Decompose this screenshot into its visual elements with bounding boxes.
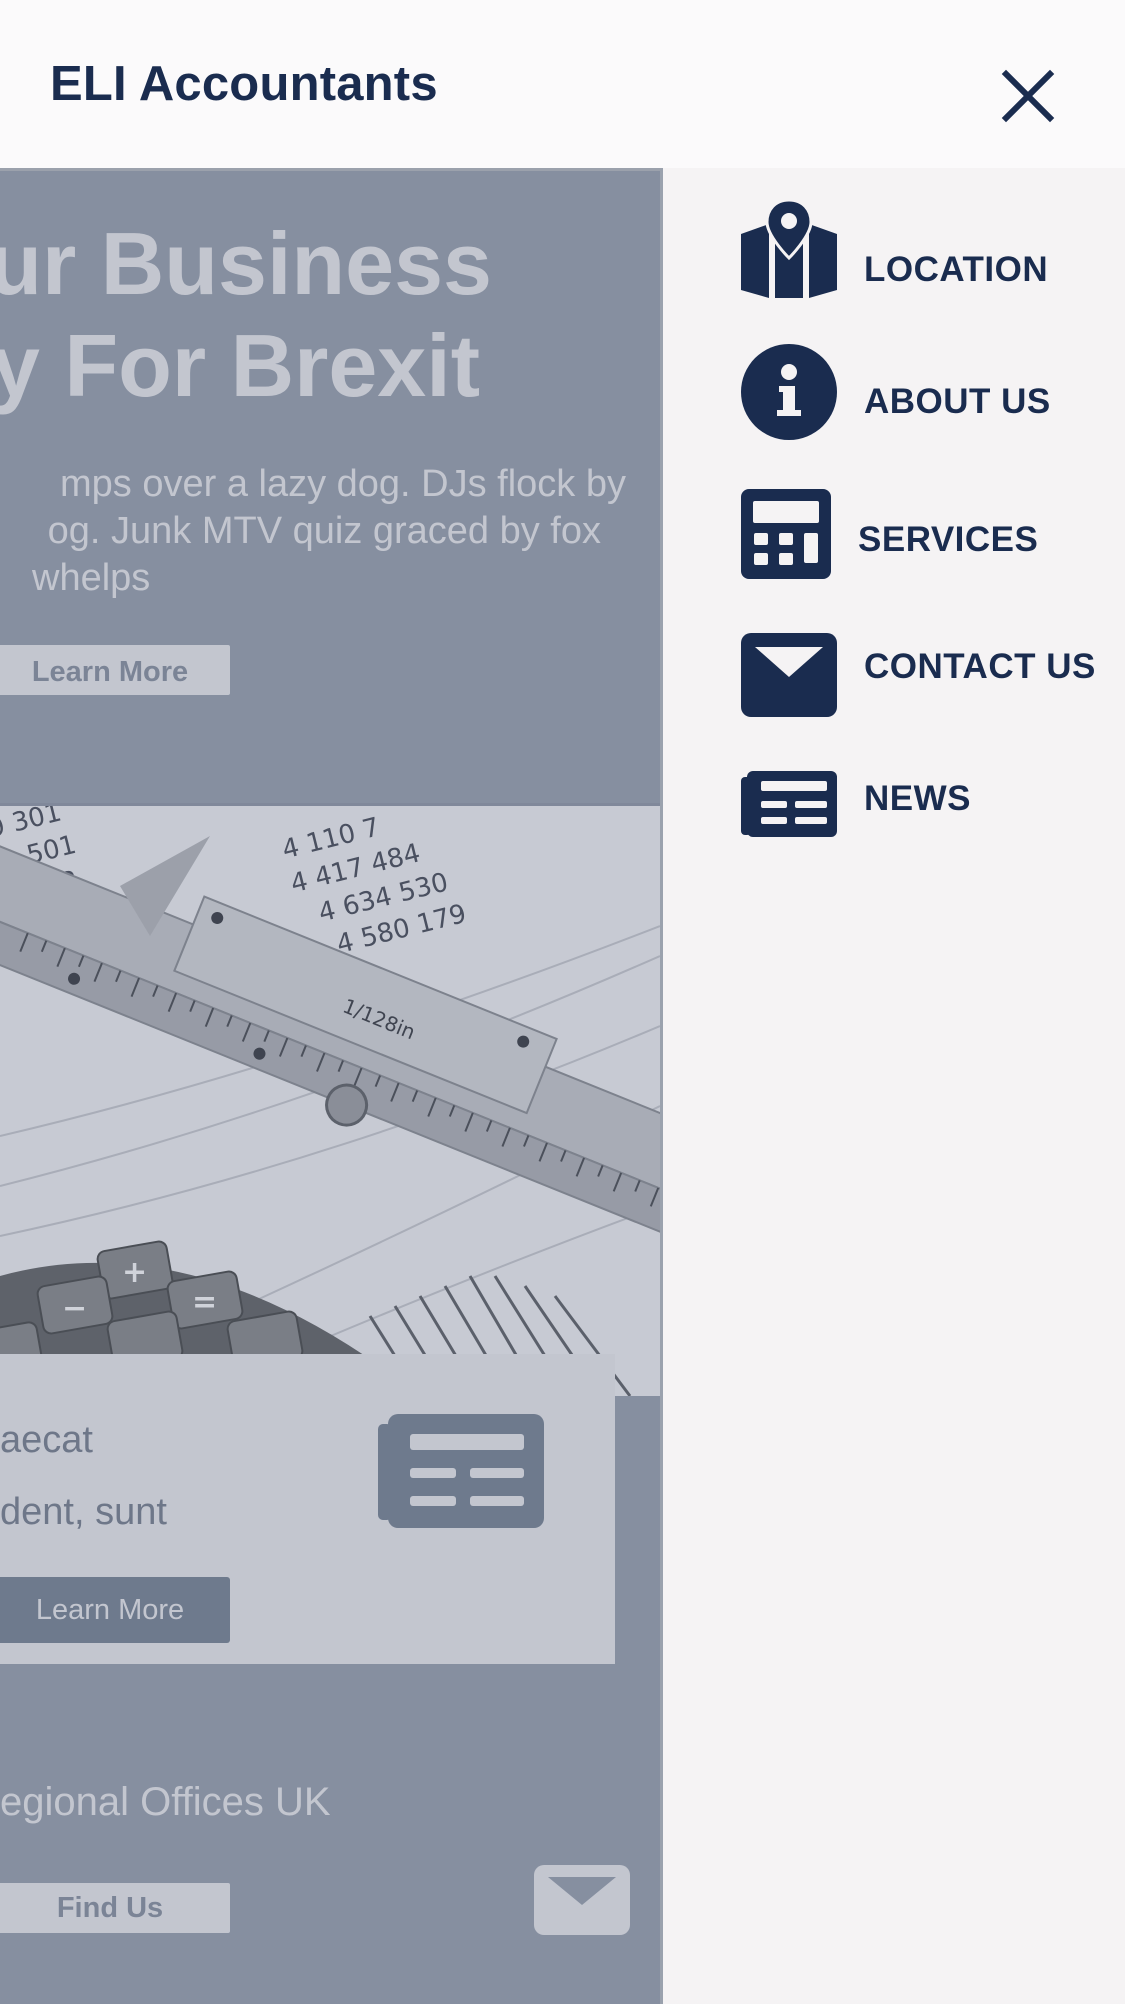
menu-label-services: SERVICES bbox=[858, 520, 1039, 559]
envelope-icon bbox=[534, 1865, 630, 1935]
news-card: aecat dent, sunt Learn More bbox=[0, 1354, 615, 1664]
hero-text-line3: whelps bbox=[32, 557, 151, 599]
svg-text:−: − bbox=[62, 1291, 87, 1326]
regional-offices-text: egional Offices UK bbox=[0, 1780, 331, 1824]
page-overlay[interactable]: ur Business y For Brexit mps over a lazy… bbox=[0, 168, 663, 2004]
news-card-line2: dent, sunt bbox=[0, 1491, 167, 1533]
close-menu-button[interactable] bbox=[998, 66, 1058, 126]
menu-label-contact-us: CONTACT US bbox=[864, 647, 1096, 686]
news-card-line1: aecat bbox=[0, 1419, 93, 1461]
hero-learn-more-button[interactable]: Learn More bbox=[0, 645, 230, 695]
menu-item-news[interactable]: NEWS bbox=[663, 771, 1125, 881]
menu-label-about-us: ABOUT US bbox=[864, 382, 1051, 421]
header: ELI Accountants bbox=[0, 0, 1125, 168]
find-us-button[interactable]: Find Us bbox=[0, 1883, 230, 1933]
hero-title-line1: ur Business bbox=[0, 214, 492, 313]
menu-item-about-us[interactable]: ABOUT US bbox=[663, 344, 1125, 454]
menu-item-location[interactable]: LOCATION bbox=[663, 200, 1125, 310]
brand-title[interactable]: ELI Accountants bbox=[50, 56, 438, 112]
map-location-icon bbox=[741, 200, 837, 298]
hero-text: mps over a lazy dog. DJs flock by og. Ju… bbox=[0, 461, 630, 602]
hero-title-line2: y For Brexit bbox=[0, 316, 480, 415]
calculator-icon bbox=[741, 489, 831, 579]
menu-item-services[interactable]: SERVICES bbox=[663, 489, 1125, 599]
hero-text-line2: og. Junk MTV quiz graced by fox bbox=[47, 510, 601, 552]
side-menu: LOCATION ABOUT US SERVICES CONTACT US NE… bbox=[663, 168, 1125, 2001]
menu-label-news: NEWS bbox=[864, 779, 971, 818]
close-icon bbox=[1001, 69, 1055, 123]
caliper-photo: 4 110 7 4 417 484 4 634 530 4 580 179 9 … bbox=[0, 806, 660, 1396]
svg-text:=: = bbox=[192, 1285, 217, 1320]
newspaper-icon bbox=[741, 771, 837, 837]
info-icon bbox=[741, 344, 837, 440]
menu-label-location: LOCATION bbox=[864, 250, 1049, 289]
news-learn-more-button[interactable]: Learn More bbox=[0, 1577, 230, 1643]
menu-item-contact-us[interactable]: CONTACT US bbox=[663, 633, 1125, 743]
hero-photo: 4 110 7 4 417 484 4 634 530 4 580 179 9 … bbox=[0, 803, 660, 1396]
envelope-icon bbox=[741, 633, 837, 717]
svg-text:+: + bbox=[122, 1255, 147, 1290]
newspaper-icon bbox=[378, 1414, 544, 1528]
hero-text-line1: mps over a lazy dog. DJs flock by bbox=[60, 463, 626, 505]
